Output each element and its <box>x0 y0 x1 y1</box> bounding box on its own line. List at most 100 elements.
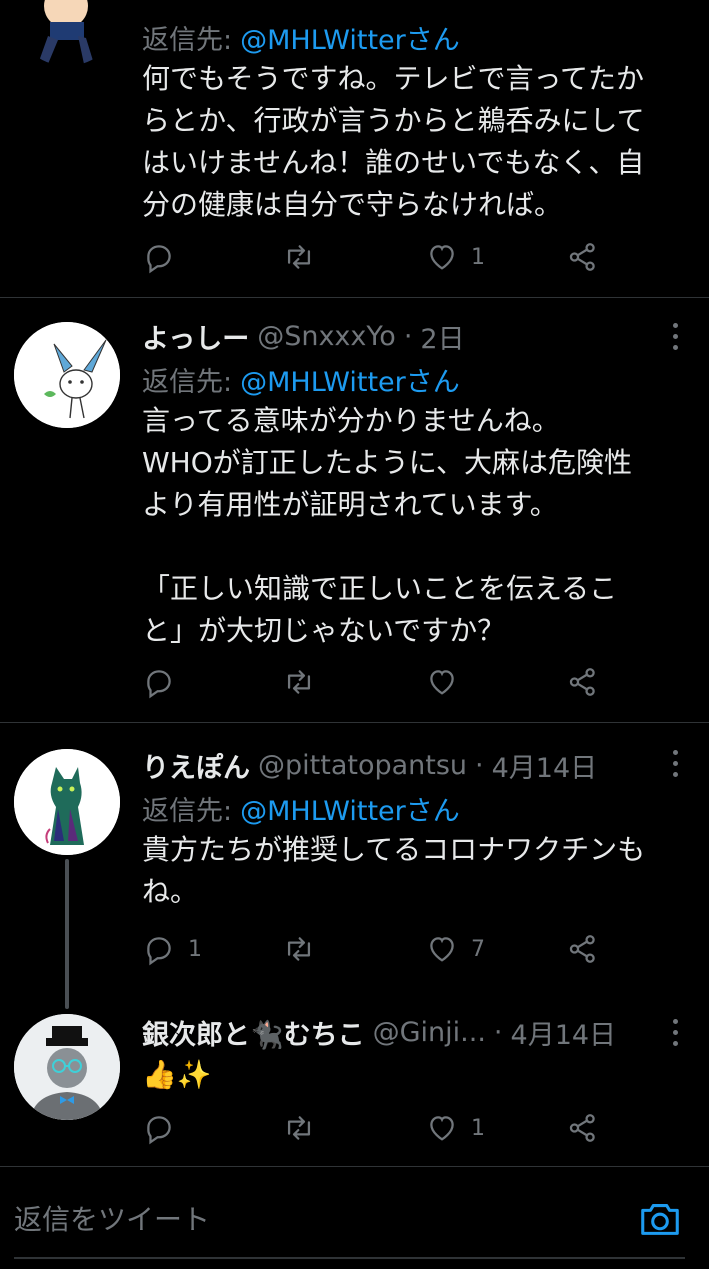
share-icon <box>569 243 595 271</box>
more-icon <box>672 1029 678 1035</box>
separator-dot: · <box>475 749 484 781</box>
retweet-icon <box>287 670 311 694</box>
heart-icon <box>430 670 454 695</box>
more-icon <box>672 760 678 766</box>
retweet-button[interactable] <box>282 660 316 704</box>
reply-input-underline <box>14 1257 685 1259</box>
heart-icon <box>430 245 454 270</box>
divider <box>0 1166 709 1167</box>
more-options-button[interactable] <box>663 1014 687 1050</box>
share-icon <box>569 668 595 696</box>
like-button[interactable]: 7 <box>425 927 485 971</box>
reply-thread-page: 返信先: @MHLWitterさん 何でもそうですね。テレビで言ってたか らとか… <box>0 0 709 1269</box>
reply-button[interactable] <box>142 1106 176 1150</box>
thread-connector-line <box>65 859 69 1009</box>
timestamp[interactable]: 4月14日 <box>492 746 598 785</box>
tweet-actions: 1 7 <box>142 927 612 971</box>
more-icon <box>672 749 678 755</box>
retweet-icon <box>287 937 311 961</box>
user-handle[interactable]: @Ginji... <box>373 1017 486 1048</box>
like-button[interactable] <box>425 660 459 704</box>
tweet-text: 言ってる意味が分かりませんね。 WHOが訂正したように、大麻は危険性 より有用性… <box>142 404 632 647</box>
tweet-actions: 1 <box>142 1106 612 1150</box>
share-button[interactable] <box>566 235 600 279</box>
reply-button[interactable]: 1 <box>142 927 202 971</box>
tweet-header: 銀次郎と🐈‍⬛むちこ @Ginji... · 4月14日 <box>142 1010 687 1054</box>
heart-icon <box>430 937 454 962</box>
camera-icon <box>641 1204 679 1235</box>
display-name[interactable]: 銀次郎と🐈‍⬛むちこ <box>142 1013 365 1052</box>
tweet-3[interactable]: 銀次郎と🐈‍⬛むちこ @Ginji... · 4月14日 👍✨ 1 <box>0 998 709 1166</box>
more-options-button[interactable] <box>663 318 687 354</box>
share-button[interactable] <box>566 660 600 704</box>
tweet-header: りえぽん @pittatopantsu · 4月14日 <box>142 743 687 787</box>
avatar-illustration <box>14 749 120 855</box>
avatar-illustration <box>14 0 120 66</box>
retweet-button[interactable] <box>282 235 316 279</box>
share-icon <box>569 1114 595 1142</box>
camera-button[interactable] <box>637 1196 683 1242</box>
avatar[interactable] <box>14 0 120 66</box>
more-icon <box>672 771 678 777</box>
more-icon <box>672 322 678 328</box>
timestamp[interactable]: 2日 <box>420 317 464 356</box>
avatar[interactable] <box>14 322 120 428</box>
like-count: 1 <box>471 1115 485 1141</box>
more-icon <box>672 344 678 350</box>
reply-to-mention[interactable]: @MHLWitterさん <box>240 789 460 828</box>
reply-button[interactable] <box>142 660 176 704</box>
tweet-actions <box>142 660 612 704</box>
tweet-header: よっしー @SnxxxYo · 2日 <box>142 314 687 358</box>
reply-to-line: 返信先: @MHLWitterさん <box>142 787 687 829</box>
reply-to-label: 返信先: <box>142 366 233 398</box>
tweet-2[interactable]: りえぽん @pittatopantsu · 4月14日 返信先: @MHLWit… <box>0 723 709 1009</box>
tweet-0[interactable]: 返信先: @MHLWitterさん 何でもそうですね。テレビで言ってたか らとか… <box>0 0 709 297</box>
separator-dot: · <box>403 320 413 352</box>
timestamp[interactable]: 4月14日 <box>511 1013 617 1052</box>
retweet-button[interactable] <box>282 1106 316 1150</box>
reply-to-line: 返信先: @MHLWitterさん <box>142 358 687 400</box>
reply-to-line: 返信先: @MHLWitterさん <box>142 16 687 58</box>
user-handle[interactable]: @SnxxxYo <box>257 321 396 352</box>
reply-to-label: 返信先: <box>142 24 233 56</box>
tweet-text: 何でもそうですね。テレビで言ってたか らとか、行政が言うからと鵜呑みにして はい… <box>142 62 645 221</box>
user-handle[interactable]: @pittatopantsu <box>258 750 467 781</box>
more-icon <box>672 1018 678 1024</box>
reply-composer: 返信をツイート <box>0 1168 709 1269</box>
avatar-illustration <box>14 1014 120 1120</box>
tweet-body: 返信先: @MHLWitterさん 何でもそうですね。テレビで言ってたか らとか… <box>142 16 687 226</box>
tweet-1[interactable]: よっしー @SnxxxYo · 2日 返信先: @MHLWitterさん 言って… <box>0 298 709 722</box>
reply-to-mention[interactable]: @MHLWitterさん <box>240 360 460 399</box>
reply-to-mention[interactable]: @MHLWitterさん <box>240 18 460 57</box>
tweet-body: 銀次郎と🐈‍⬛むちこ @Ginji... · 4月14日 👍✨ <box>142 1010 687 1096</box>
reply-icon <box>147 670 171 699</box>
separator-dot: · <box>493 1016 503 1048</box>
tweet-body: りえぽん @pittatopantsu · 4月14日 返信先: @MHLWit… <box>142 743 687 913</box>
reply-icon <box>147 937 171 966</box>
like-count: 7 <box>471 936 485 962</box>
share-icon <box>569 935 595 963</box>
reply-button[interactable] <box>142 235 176 279</box>
share-button[interactable] <box>566 1106 600 1150</box>
tweet-body: よっしー @SnxxxYo · 2日 返信先: @MHLWitterさん 言って… <box>142 314 687 652</box>
like-button[interactable]: 1 <box>425 1106 485 1150</box>
retweet-icon <box>287 1116 311 1140</box>
like-button[interactable]: 1 <box>425 235 485 279</box>
reply-input[interactable]: 返信をツイート <box>14 1198 210 1238</box>
retweet-button[interactable] <box>282 927 316 971</box>
reply-to-label: 返信先: <box>142 795 233 827</box>
avatar[interactable] <box>14 749 120 855</box>
retweet-icon <box>287 245 311 269</box>
tweet-actions: 1 <box>142 235 612 279</box>
display-name[interactable]: りえぽん <box>142 746 250 785</box>
avatar[interactable] <box>14 1014 120 1120</box>
avatar-illustration <box>14 322 120 428</box>
tweet-text: 👍✨ <box>142 1058 212 1091</box>
more-icon <box>672 1040 678 1046</box>
reply-count: 1 <box>188 936 202 962</box>
share-button[interactable] <box>566 927 600 971</box>
reply-icon <box>147 245 171 274</box>
display-name[interactable]: よっしー <box>142 317 249 356</box>
like-count: 1 <box>471 244 485 270</box>
more-options-button[interactable] <box>663 745 687 781</box>
